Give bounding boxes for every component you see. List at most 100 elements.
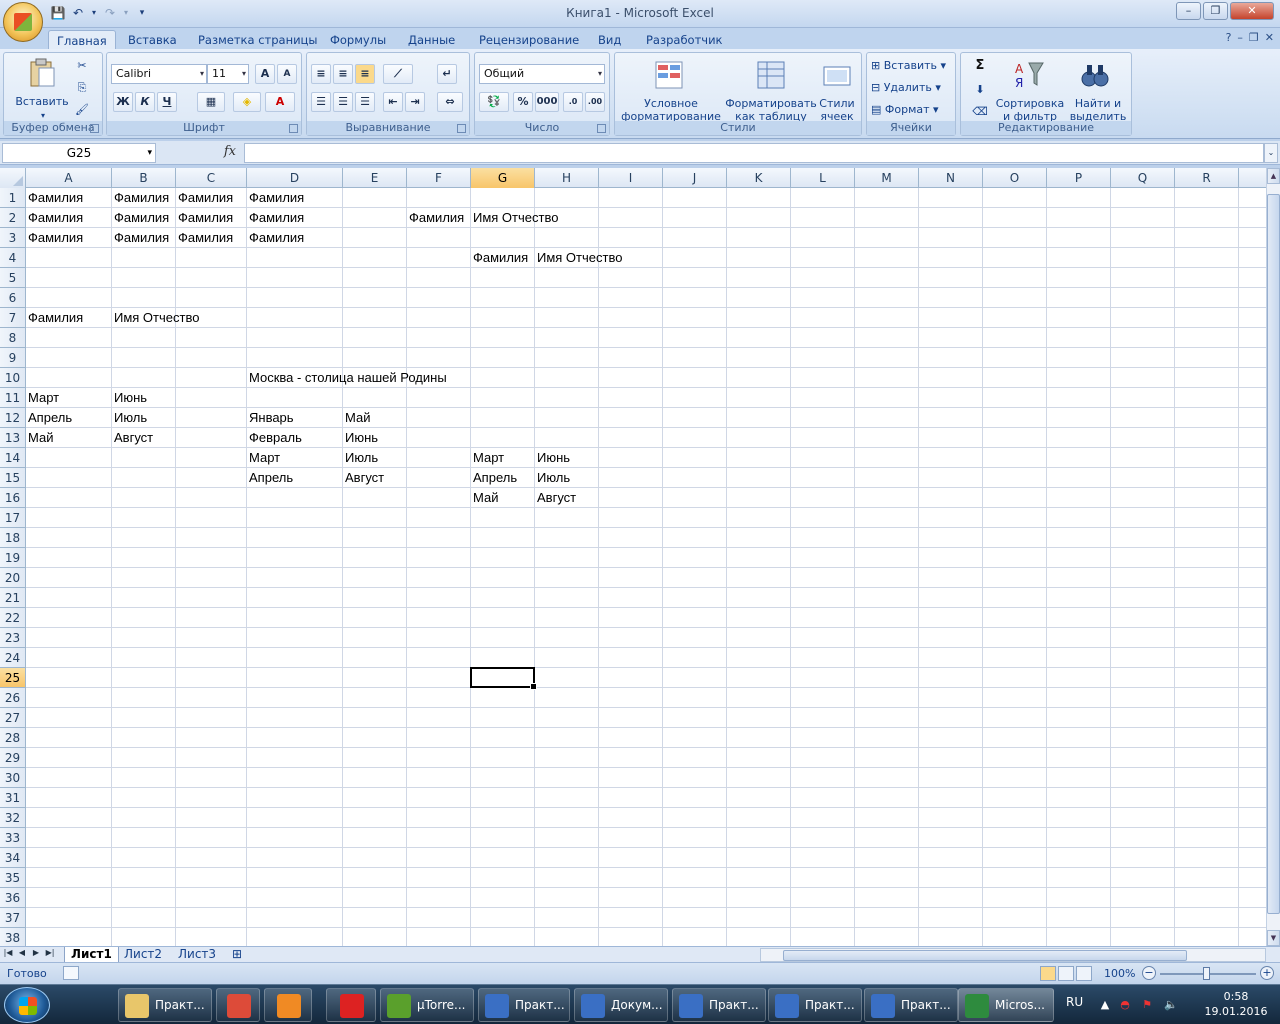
row-header-1[interactable]: 1 bbox=[0, 188, 26, 208]
paste-button[interactable]: Вставить bbox=[12, 95, 72, 108]
row-header-2[interactable]: 2 bbox=[0, 208, 26, 228]
wrap-text-icon[interactable]: ↵ bbox=[437, 64, 457, 84]
last-sheet-icon[interactable]: ▶| bbox=[44, 948, 56, 957]
prev-sheet-icon[interactable]: ◀ bbox=[16, 948, 28, 957]
cell-g14[interactable]: Март bbox=[471, 448, 504, 468]
italic-button[interactable]: К bbox=[135, 92, 155, 112]
format-cells-button[interactable]: ▤ Формат ▾ bbox=[871, 103, 955, 116]
tab-developer[interactable]: Разработчик bbox=[638, 30, 731, 50]
cell-f2[interactable]: Фамилия bbox=[407, 208, 464, 228]
sort-filter-button[interactable]: Сортировка и фильтр bbox=[995, 97, 1065, 123]
clear-icon[interactable]: ⌫ bbox=[967, 105, 993, 118]
help-icon[interactable]: ? bbox=[1226, 31, 1232, 44]
paste-icon[interactable] bbox=[26, 57, 58, 89]
orientation-icon[interactable]: ⟋ bbox=[383, 64, 413, 84]
row-header-20[interactable]: 20 bbox=[0, 568, 26, 588]
cell-e14[interactable]: Июль bbox=[343, 448, 378, 468]
row-header-7[interactable]: 7 bbox=[0, 308, 26, 328]
office-button[interactable] bbox=[3, 2, 43, 42]
vertical-scrollbar[interactable]: ▲ ▼ bbox=[1266, 168, 1280, 946]
row-header-29[interactable]: 29 bbox=[0, 748, 26, 768]
row-header-14[interactable]: 14 bbox=[0, 448, 26, 468]
row-header-31[interactable]: 31 bbox=[0, 788, 26, 808]
cell-b1[interactable]: Фамилия bbox=[112, 188, 169, 208]
cell-g16[interactable]: Май bbox=[471, 488, 498, 508]
row-header-19[interactable]: 19 bbox=[0, 548, 26, 568]
clock[interactable]: 0:58 19.01.2016 bbox=[1196, 989, 1276, 1019]
taskbar-item-utorrent[interactable]: Практ... bbox=[478, 988, 570, 1022]
worksheet-grid[interactable]: ABCDEFGHIJKLMNOPQR 1 2 3 4 5 6 7 8 9 10 11 12 13 14 15… bbox=[0, 168, 1280, 946]
zoom-level[interactable]: 100% bbox=[1104, 967, 1135, 980]
cell-h15[interactable]: Июль bbox=[535, 468, 570, 488]
row-header-30[interactable]: 30 bbox=[0, 768, 26, 788]
taskbar-item-word-doc-4[interactable]: Практ... bbox=[864, 988, 958, 1022]
shrink-font-button[interactable]: A bbox=[277, 64, 297, 84]
alignment-launcher-icon[interactable] bbox=[457, 124, 466, 133]
network-icon[interactable]: ⚑ bbox=[1140, 998, 1154, 1012]
align-right-icon[interactable]: ☰ bbox=[355, 92, 375, 112]
cut-icon[interactable]: ✂ bbox=[74, 59, 90, 72]
align-top-icon[interactable]: ≡ bbox=[311, 64, 331, 84]
normal-view-icon[interactable] bbox=[1040, 966, 1056, 981]
horizontal-scrollbar[interactable] bbox=[760, 948, 1266, 962]
row-header-11[interactable]: 11 bbox=[0, 388, 26, 408]
borders-button[interactable]: ▦ bbox=[197, 92, 225, 112]
row-header-25[interactable]: 25 bbox=[0, 668, 26, 688]
cell-styles-button[interactable]: Стили ячеек bbox=[815, 97, 859, 123]
ribbon-close-icon[interactable]: ✕ bbox=[1265, 31, 1274, 44]
cell-d13[interactable]: Февраль bbox=[247, 428, 302, 448]
number-launcher-icon[interactable] bbox=[597, 124, 606, 133]
row-header-10[interactable]: 10 bbox=[0, 368, 26, 388]
increase-indent-icon[interactable]: ⇥ bbox=[405, 92, 425, 112]
column-header-a[interactable]: A bbox=[26, 168, 112, 188]
cell-g4[interactable]: Фамилия bbox=[471, 248, 528, 268]
fill-color-button[interactable]: ◈ bbox=[233, 92, 261, 112]
close-button[interactable]: ✕ bbox=[1230, 2, 1274, 20]
taskbar-item-media-player[interactable] bbox=[326, 988, 376, 1022]
row-header-15[interactable]: 15 bbox=[0, 468, 26, 488]
cell-a13[interactable]: Май bbox=[26, 428, 53, 448]
cell-b7[interactable]: Имя Отчество bbox=[112, 308, 199, 328]
column-header-h[interactable]: H bbox=[535, 168, 599, 188]
grow-font-button[interactable]: A bbox=[255, 64, 275, 84]
cell-b13[interactable]: Август bbox=[112, 428, 153, 448]
column-header-o[interactable]: O bbox=[983, 168, 1047, 188]
column-header-q[interactable]: Q bbox=[1111, 168, 1175, 188]
cell-b11[interactable]: Июнь bbox=[112, 388, 147, 408]
cell-e15[interactable]: Август bbox=[343, 468, 384, 488]
cell-d15[interactable]: Апрель bbox=[247, 468, 293, 488]
row-header-22[interactable]: 22 bbox=[0, 608, 26, 628]
select-all-button[interactable] bbox=[0, 168, 26, 188]
align-center-icon[interactable]: ☰ bbox=[333, 92, 353, 112]
column-header-g[interactable]: G bbox=[471, 168, 535, 188]
cell-d14[interactable]: Март bbox=[247, 448, 280, 468]
font-name-combo[interactable]: Calibri ▾ bbox=[111, 64, 207, 84]
merge-center-icon[interactable]: ⇔ bbox=[437, 92, 463, 112]
align-left-icon[interactable]: ☰ bbox=[311, 92, 331, 112]
decrease-decimal-icon[interactable]: .00 bbox=[585, 92, 605, 112]
start-button[interactable] bbox=[4, 987, 50, 1023]
row-header-36[interactable]: 36 bbox=[0, 888, 26, 908]
minimize-button[interactable]: – bbox=[1176, 2, 1201, 20]
cell-b3[interactable]: Фамилия bbox=[112, 228, 169, 248]
taskbar-item-word-doc-2[interactable]: Практ... bbox=[672, 988, 766, 1022]
column-header-f[interactable]: F bbox=[407, 168, 471, 188]
zoom-out-icon[interactable]: − bbox=[1142, 966, 1156, 980]
insert-function-icon[interactable]: fx bbox=[224, 144, 236, 159]
row-header-13[interactable]: 13 bbox=[0, 428, 26, 448]
cell-a11[interactable]: Март bbox=[26, 388, 59, 408]
insert-sheet-icon[interactable]: ⊞ bbox=[226, 947, 248, 963]
column-header-n[interactable]: N bbox=[919, 168, 983, 188]
cell-g2[interactable]: Имя Отчество bbox=[471, 208, 558, 228]
align-middle-icon[interactable]: ≡ bbox=[333, 64, 353, 84]
increase-decimal-icon[interactable]: .0 bbox=[563, 92, 583, 112]
cell-c3[interactable]: Фамилия bbox=[176, 228, 233, 248]
row-header-28[interactable]: 28 bbox=[0, 728, 26, 748]
cell-d1[interactable]: Фамилия bbox=[247, 188, 304, 208]
taskbar-item-word-doc-1[interactable]: Докум... bbox=[574, 988, 668, 1022]
column-header-k[interactable]: K bbox=[727, 168, 791, 188]
active-cell-cursor[interactable] bbox=[470, 667, 537, 690]
formula-input[interactable] bbox=[244, 143, 1264, 163]
show-hidden-icons-icon[interactable]: ▲ bbox=[1098, 998, 1112, 1012]
row-header-4[interactable]: 4 bbox=[0, 248, 26, 268]
